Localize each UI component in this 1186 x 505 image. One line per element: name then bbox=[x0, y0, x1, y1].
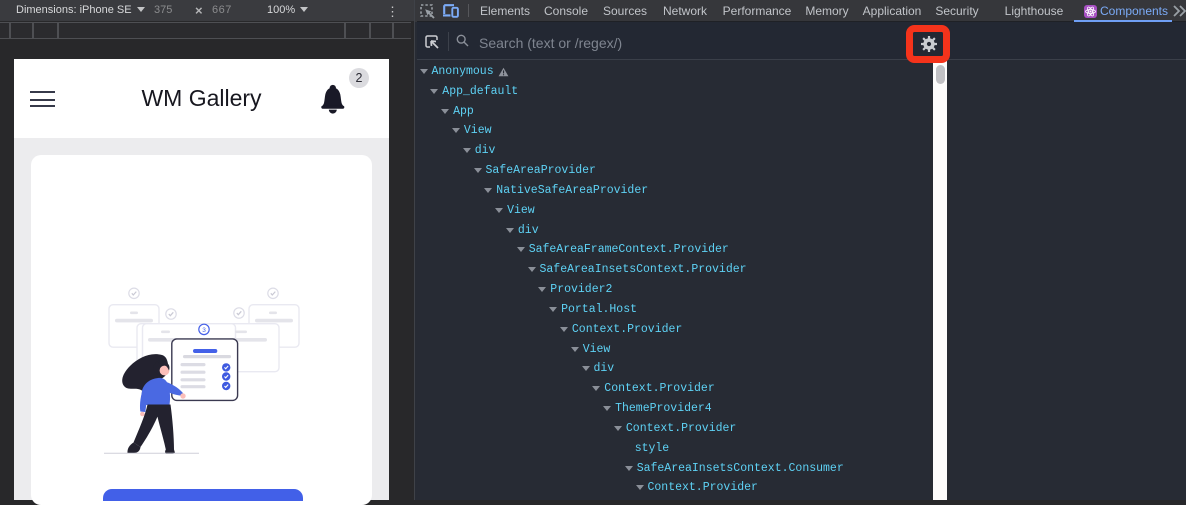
svg-text:3: 3 bbox=[202, 327, 206, 334]
